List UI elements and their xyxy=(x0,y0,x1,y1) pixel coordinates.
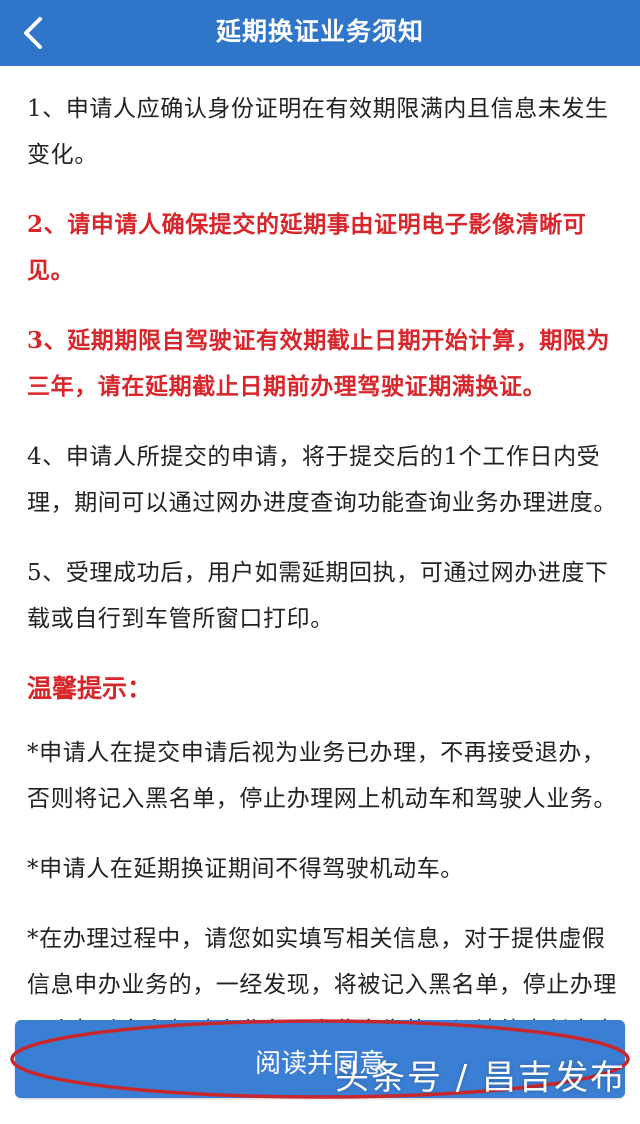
notice-item-3: 3、延期期限自驾驶证有效期截止日期开始计算，期限为三年，请在延期截止日期前办理驾… xyxy=(27,327,611,400)
tips-title: 温馨提示： xyxy=(27,674,153,703)
page-title: 延期换证业务须知 xyxy=(215,17,424,46)
notice-item-1: 1、申请人应确认身份证明在有效期限满内且信息未发生变化。 xyxy=(27,96,609,168)
tip-item-1: *申请人在提交申请后视为业务已办理，不再接受退办，否则将记入黑名单，停止办理网上… xyxy=(27,740,617,812)
notice-item-4: 4、申请人所提交的申请，将于提交后的1个工作日内受理，期间可以通过网办进度查询功… xyxy=(27,444,617,516)
notice-item-5: 5、受理成功后，用户如需延期回执，可通过网办进度下载或自行到车管所窗口打印。 xyxy=(27,560,609,632)
tip-item-2: *申请人在延期换证期间不得驾驶机动车。 xyxy=(27,856,464,882)
app-header: 延期换证业务须知 xyxy=(0,0,640,66)
notice-item-2: 2、请申请人确保提交的延期事由证明电子影像清晰可见。 xyxy=(27,211,587,284)
watermark: 头条号 / 昌吉发布 xyxy=(335,1058,627,1098)
notice-content: 1、申请人应确认身份证明在有效期限满内且信息未发生变化。 2、请申请人确保提交的… xyxy=(27,86,617,1124)
